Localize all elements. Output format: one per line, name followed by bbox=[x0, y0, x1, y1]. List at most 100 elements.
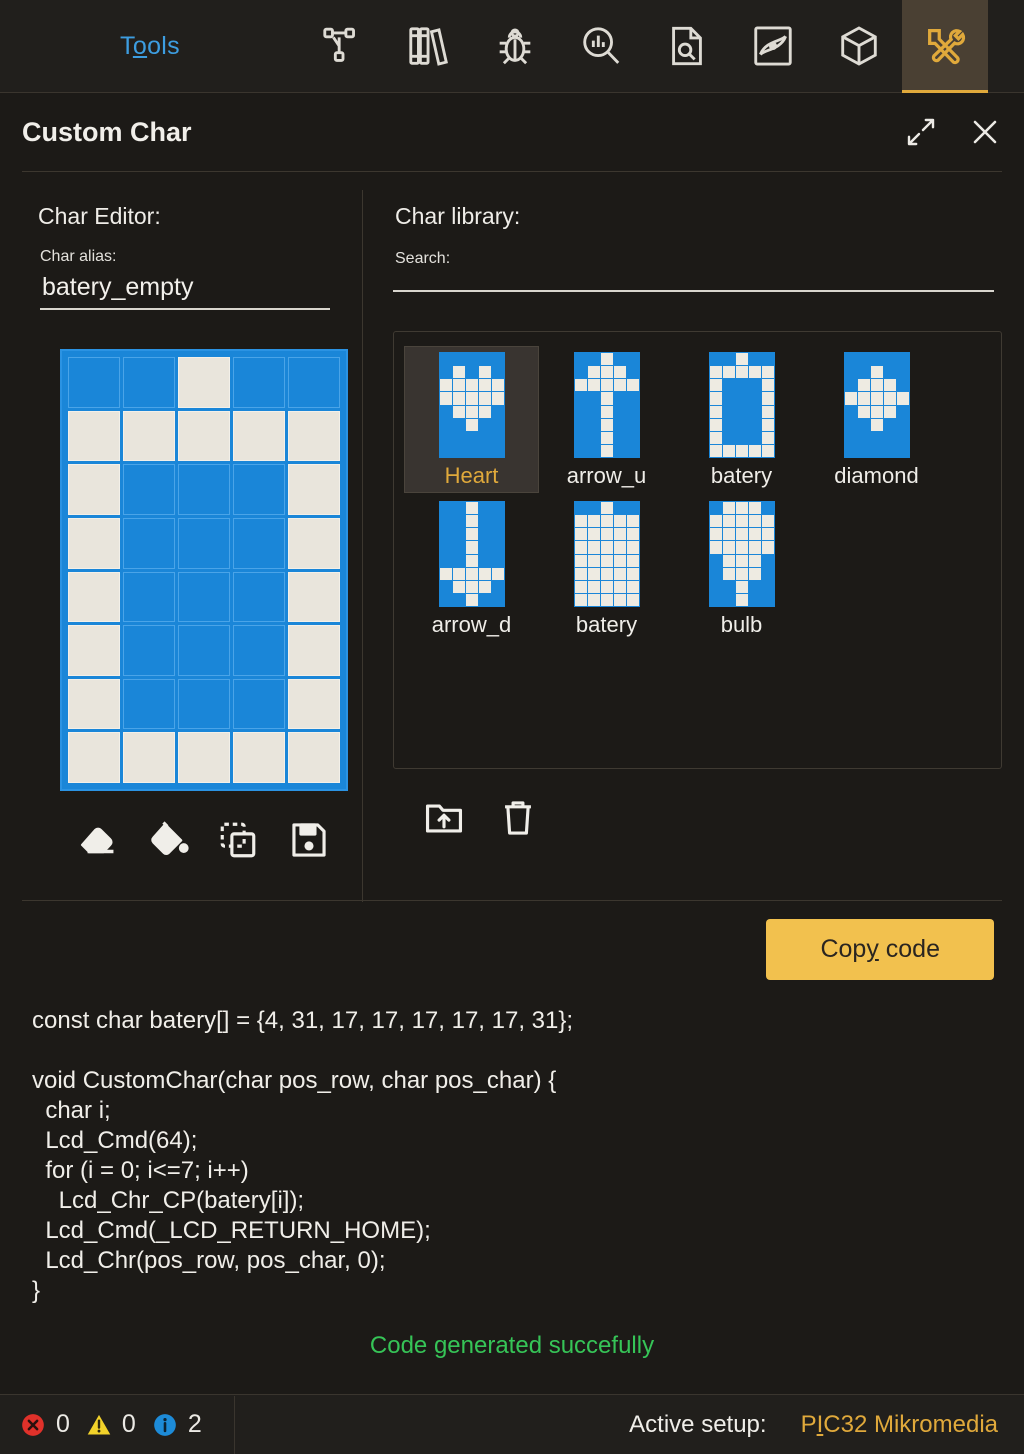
editor-cell-3-4[interactable] bbox=[288, 517, 340, 569]
library-item-label: batery bbox=[575, 612, 638, 637]
editor-cell-4-3[interactable] bbox=[233, 571, 285, 623]
editor-cell-3-0[interactable] bbox=[68, 517, 120, 569]
editor-cell-7-1[interactable] bbox=[123, 732, 175, 783]
editor-cell-7-3[interactable] bbox=[233, 732, 285, 783]
library-pixel bbox=[491, 431, 504, 444]
bug-icon[interactable] bbox=[472, 0, 558, 93]
library-pixel bbox=[844, 418, 857, 431]
editor-cell-1-4[interactable] bbox=[288, 410, 340, 462]
editor-cell-0-1[interactable] bbox=[123, 357, 175, 408]
library-pixel bbox=[722, 554, 735, 567]
statistics-search-icon[interactable] bbox=[558, 0, 644, 93]
editor-cell-2-2[interactable] bbox=[178, 464, 230, 515]
cube-icon[interactable] bbox=[816, 0, 902, 93]
library-pixel bbox=[626, 502, 639, 515]
editor-cell-4-4[interactable] bbox=[288, 571, 340, 623]
editor-cell-1-1[interactable] bbox=[123, 410, 175, 462]
editor-cell-2-1[interactable] bbox=[123, 464, 175, 515]
editor-cell-4-2[interactable] bbox=[178, 571, 230, 623]
editor-cell-6-0[interactable] bbox=[68, 678, 120, 730]
library-pixel bbox=[491, 593, 504, 606]
library-item[interactable]: arrow_d bbox=[404, 495, 539, 642]
library-item[interactable]: Heart bbox=[404, 346, 539, 493]
library-pixel bbox=[626, 392, 639, 405]
active-setup-value[interactable]: PIC32 Mikromedia bbox=[801, 1411, 998, 1439]
library-pixel bbox=[626, 580, 639, 593]
git-branch-icon[interactable] bbox=[300, 0, 386, 93]
editor-cell-6-2[interactable] bbox=[178, 678, 230, 730]
library-item-label: batery bbox=[710, 463, 773, 488]
error-icon bbox=[20, 1412, 46, 1438]
library-item[interactable]: bulb bbox=[674, 495, 809, 642]
editor-cell-7-4[interactable] bbox=[288, 732, 340, 783]
import-folder-icon[interactable] bbox=[407, 789, 481, 847]
document-search-icon[interactable] bbox=[644, 0, 730, 93]
char-editor-grid[interactable] bbox=[60, 349, 348, 791]
char-alias-input[interactable]: batery_empty bbox=[40, 272, 330, 310]
tools-wrench-screwdriver-icon[interactable] bbox=[902, 0, 988, 93]
editor-cell-5-0[interactable] bbox=[68, 625, 120, 676]
editor-cell-0-3[interactable] bbox=[233, 357, 285, 408]
editor-cell-3-3[interactable] bbox=[233, 517, 285, 569]
library-pixel bbox=[722, 353, 735, 366]
editor-cell-7-0[interactable] bbox=[68, 732, 120, 783]
library-item[interactable]: diamond bbox=[809, 346, 944, 493]
library-pixel bbox=[761, 567, 774, 580]
eraser-icon[interactable] bbox=[62, 811, 133, 869]
editor-cell-7-2[interactable] bbox=[178, 732, 230, 783]
library-pixel bbox=[439, 541, 452, 554]
menu-item-tools[interactable]: Tools bbox=[120, 32, 180, 61]
editor-cell-5-3[interactable] bbox=[233, 625, 285, 676]
editor-cell-6-4[interactable] bbox=[288, 678, 340, 730]
paint-bucket-icon[interactable] bbox=[133, 811, 204, 869]
editor-cell-6-1[interactable] bbox=[123, 678, 175, 730]
library-pixel bbox=[735, 366, 748, 379]
copy-code-button[interactable]: Copy code bbox=[766, 919, 994, 980]
library-pixel bbox=[478, 554, 491, 567]
library-pixel bbox=[574, 405, 587, 418]
editor-cell-5-2[interactable] bbox=[178, 625, 230, 676]
editor-cell-5-4[interactable] bbox=[288, 625, 340, 676]
editor-cell-0-2[interactable] bbox=[178, 357, 230, 408]
library-pixel bbox=[587, 405, 600, 418]
library-pixel bbox=[870, 392, 883, 405]
library-books-icon[interactable] bbox=[386, 0, 472, 93]
duplicate-icon[interactable] bbox=[203, 811, 274, 869]
editor-cell-2-4[interactable] bbox=[288, 464, 340, 515]
delete-trash-icon[interactable] bbox=[481, 789, 555, 847]
editor-cell-3-1[interactable] bbox=[123, 517, 175, 569]
editor-cell-3-2[interactable] bbox=[178, 517, 230, 569]
library-pixel bbox=[870, 353, 883, 366]
library-pixel bbox=[491, 405, 504, 418]
editor-cell-1-0[interactable] bbox=[68, 410, 120, 462]
library-item[interactable]: arrow_u bbox=[539, 346, 674, 493]
library-pixel bbox=[439, 418, 452, 431]
library-item[interactable]: batery bbox=[674, 346, 809, 493]
library-item[interactable]: batery bbox=[539, 495, 674, 642]
library-pixel bbox=[883, 405, 896, 418]
editor-cell-6-3[interactable] bbox=[233, 678, 285, 730]
editor-cell-1-3[interactable] bbox=[233, 410, 285, 462]
library-pixel bbox=[722, 379, 735, 392]
library-pixel bbox=[761, 528, 774, 541]
editor-cell-0-4[interactable] bbox=[288, 357, 340, 408]
editor-cell-0-0[interactable] bbox=[68, 357, 120, 408]
expand-arrows-icon[interactable] bbox=[900, 111, 942, 153]
editor-cell-5-1[interactable] bbox=[123, 625, 175, 676]
editor-cell-2-3[interactable] bbox=[233, 464, 285, 515]
save-icon[interactable] bbox=[274, 811, 345, 869]
editor-cell-4-1[interactable] bbox=[123, 571, 175, 623]
library-pixel bbox=[896, 405, 909, 418]
close-icon[interactable] bbox=[964, 111, 1006, 153]
library-pixel bbox=[587, 418, 600, 431]
editor-cell-4-0[interactable] bbox=[68, 571, 120, 623]
copy-code-row: Copy code bbox=[22, 919, 1002, 980]
oscilloscope-icon[interactable] bbox=[730, 0, 816, 93]
editor-cell-2-0[interactable] bbox=[68, 464, 120, 515]
search-input[interactable] bbox=[393, 276, 994, 299]
message-counters[interactable]: 0 0 2 bbox=[0, 1395, 235, 1454]
editor-cell-1-2[interactable] bbox=[178, 410, 230, 462]
char-library-title: Char library: bbox=[395, 203, 521, 229]
dialog-header-actions bbox=[900, 93, 1006, 171]
library-pixel bbox=[613, 528, 626, 541]
